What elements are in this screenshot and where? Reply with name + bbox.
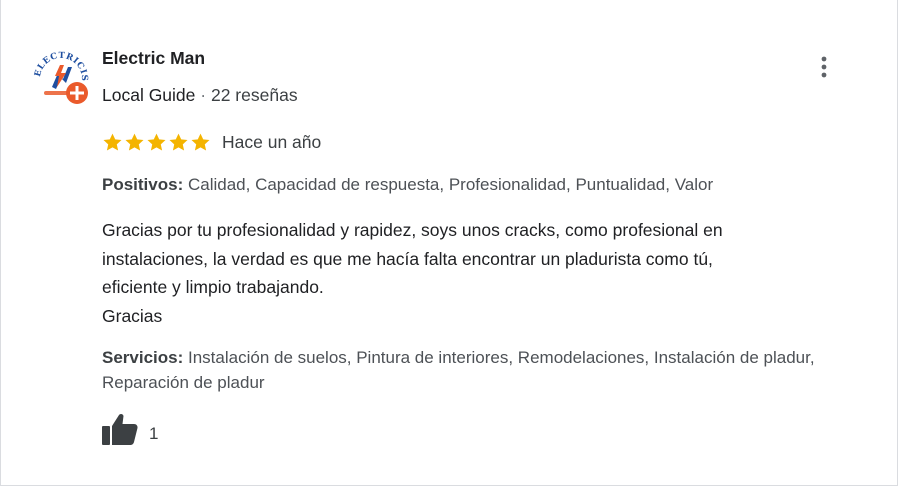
rating-row: Hace un año [102, 131, 321, 153]
more-options-button[interactable] [813, 54, 835, 80]
reviewer-name[interactable]: Electric Man [102, 48, 205, 69]
star-icon [191, 133, 210, 151]
electricista-logo-icon: ELECTRICISTA [25, 36, 90, 104]
avatar[interactable]: ELECTRICISTA [25, 36, 92, 105]
like-count: 1 [149, 424, 159, 443]
review-text-line: Gracias [102, 305, 163, 326]
positives-label: Positivos: [102, 175, 184, 194]
star-icon [125, 133, 144, 151]
services-line: Servicios: Instalación de suelos, Pintur… [102, 345, 882, 395]
positives-line: Positivos: Calidad, Capacidad de respues… [102, 172, 713, 197]
meta-separator: · [200, 85, 207, 105]
review-text: Gracias por tu profesionalidad y rapidez… [102, 216, 862, 330]
review-date: Hace un año [222, 131, 322, 152]
review-text-line: Gracias por tu profesionalidad y rapidez… [102, 220, 723, 240]
star-icon [103, 133, 122, 151]
like-row: 1 [102, 410, 158, 446]
star-rating [102, 132, 211, 153]
thumb-up-icon[interactable] [102, 412, 138, 446]
services-value: Instalación de suelos, Pintura de interi… [102, 348, 815, 392]
more-vert-icon [821, 56, 827, 78]
star-icon [169, 133, 188, 151]
reviewer-meta[interactable]: Local Guide · 22 reseñas [102, 85, 298, 106]
review-text-line: eficiente y limpio trabajando. [102, 277, 324, 297]
review-card: ELECTRICISTA Electric Man Local Guide · … [0, 0, 898, 486]
reviews-count: 22 reseñas [210, 85, 298, 105]
local-guide-label: Local Guide [102, 85, 196, 105]
review-text-line: instalaciones, la verdad es que me hacía… [102, 248, 713, 269]
services-label: Servicios: [102, 348, 184, 367]
star-icon [147, 133, 166, 151]
positives-value: Calidad, Capacidad de respuesta, Profesi… [187, 175, 714, 194]
